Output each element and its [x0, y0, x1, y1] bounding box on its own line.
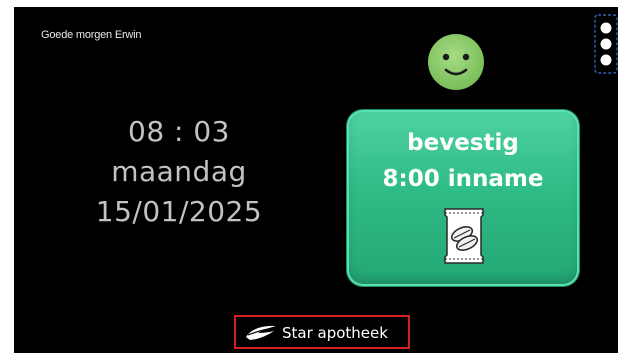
confirm-button-label: bevestig — [407, 130, 519, 156]
brand-name: Star apotheek — [282, 324, 388, 342]
app-screen: Goede morgen Erwin 08 : 03 maandag 15/01… — [14, 7, 618, 353]
clock-day: maandag — [111, 155, 247, 188]
clock-date: 15/01/2025 — [95, 195, 263, 228]
clock-time: 08 : 03 — [128, 115, 230, 148]
brand-logo: Star apotheek — [234, 315, 410, 349]
smiley-face-icon — [428, 34, 484, 90]
intake-time-label: 8:00 inname — [382, 166, 544, 192]
more-dots-icon[interactable] — [594, 14, 618, 74]
confirm-intake-button[interactable]: bevestig 8:00 inname — [347, 110, 579, 286]
star-logo-icon — [246, 325, 276, 340]
greeting-text: Goede morgen Erwin — [41, 29, 142, 41]
pill-pack-icon — [444, 208, 484, 264]
clock-display: 08 : 03 maandag 15/01/2025 — [54, 112, 304, 232]
